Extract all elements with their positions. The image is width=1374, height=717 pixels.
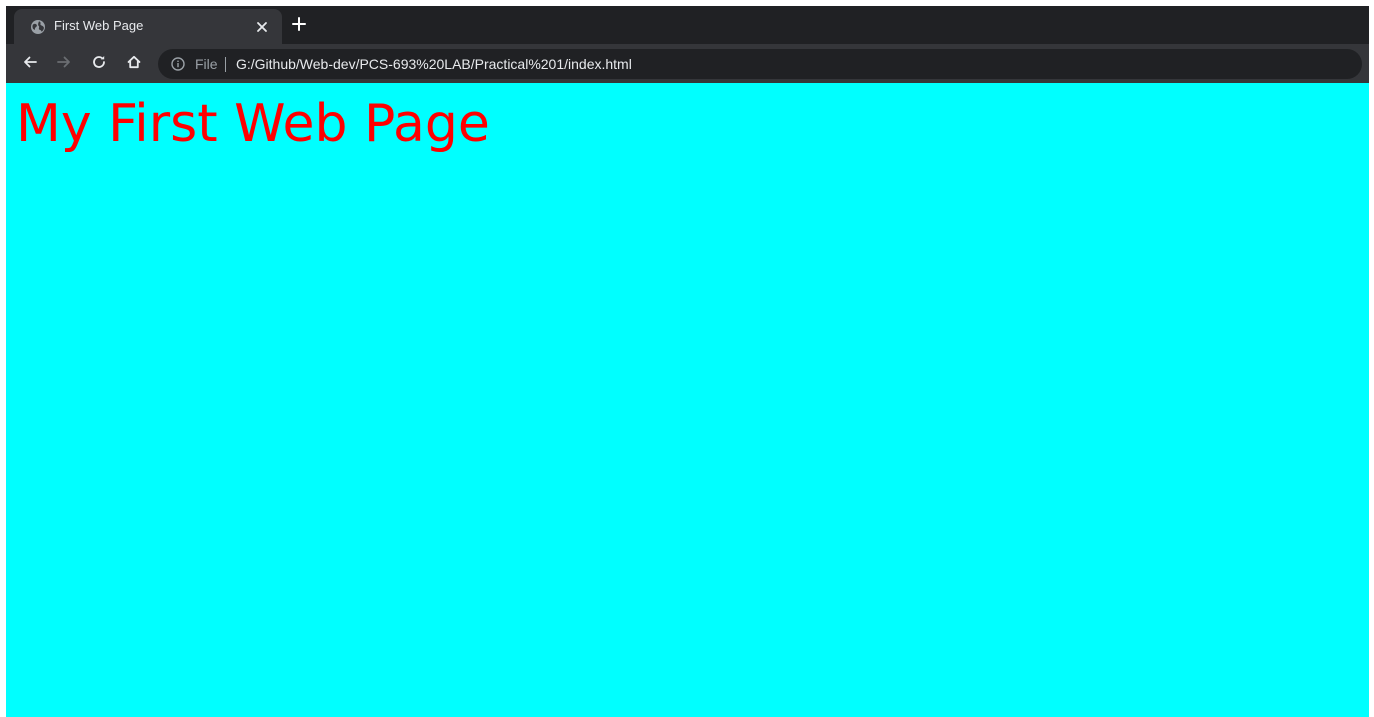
url-scheme-label: File (195, 56, 218, 72)
arrow-right-icon (56, 54, 72, 75)
omnibox-divider (225, 57, 226, 72)
new-tab-button[interactable] (286, 13, 312, 39)
tab-active[interactable]: First Web Page (14, 9, 282, 44)
arrow-left-icon (22, 54, 38, 75)
browser-window: First Web Page File G:/Github/Web-dev/PC… (6, 6, 1369, 717)
globe-icon (30, 19, 46, 35)
reload-button[interactable] (86, 51, 112, 77)
page-viewport: My First Web Page (6, 83, 1369, 717)
address-bar[interactable]: File G:/Github/Web-dev/PCS-693%20LAB/Pra… (158, 49, 1362, 79)
close-icon[interactable] (252, 17, 272, 37)
back-button[interactable] (17, 51, 43, 77)
tab-title: First Web Page (54, 18, 144, 33)
home-icon (126, 54, 142, 75)
page-heading: My First Web Page (16, 94, 490, 154)
reload-icon (91, 54, 107, 75)
plus-icon (292, 16, 306, 36)
toolbar: File G:/Github/Web-dev/PCS-693%20LAB/Pra… (6, 44, 1369, 83)
url-text[interactable]: G:/Github/Web-dev/PCS-693%20LAB/Practica… (236, 56, 632, 72)
info-icon[interactable] (170, 56, 186, 72)
home-button[interactable] (121, 51, 147, 77)
forward-button[interactable] (51, 51, 77, 77)
tab-strip: First Web Page (6, 6, 1369, 44)
